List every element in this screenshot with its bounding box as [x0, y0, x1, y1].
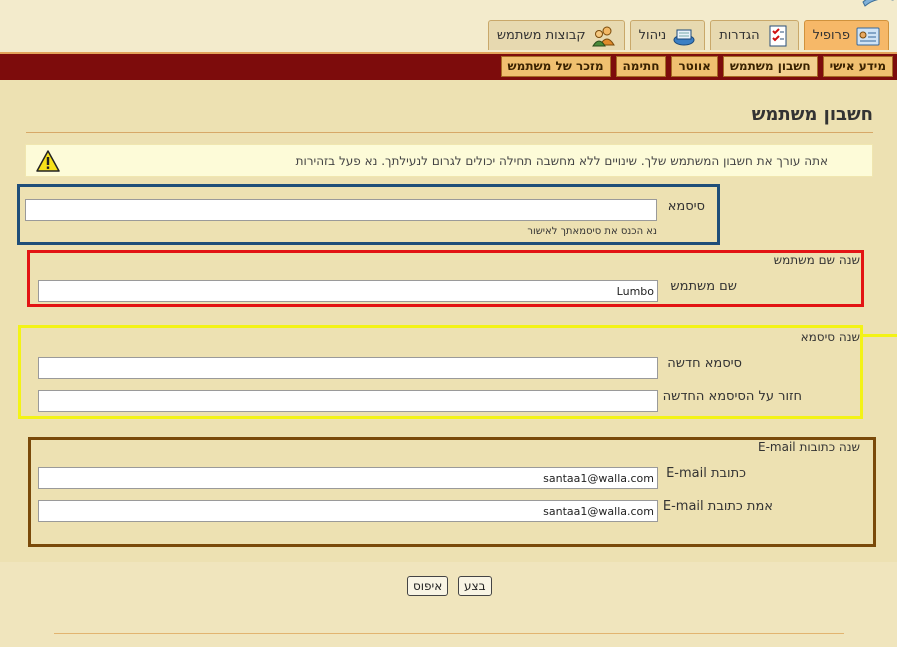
current-password-label: סיסמא	[667, 199, 705, 214]
repeat-password-input[interactable]	[38, 390, 658, 412]
current-password-hint: נא הכנס את סיסמאתך לאישור	[527, 226, 657, 237]
checklist-icon	[769, 25, 787, 46]
username-input[interactable]	[38, 280, 658, 302]
tab-admin[interactable]: ניהול	[629, 20, 706, 50]
confirm-email-input[interactable]	[38, 500, 658, 522]
warning-triangle-icon	[36, 150, 60, 172]
subtab-signature[interactable]: חתימה	[615, 56, 667, 77]
subtab-user-account[interactable]: חשבון משתמש	[722, 56, 818, 77]
change-email-highlight	[28, 437, 876, 547]
top-tabs: פרופיל הגדרות ניהול קבוצות משתמש	[487, 20, 889, 50]
title-divider	[26, 132, 873, 133]
email-label: כתובת E-mail	[666, 466, 746, 481]
change-email-legend: שנה כתובות E-mail	[758, 440, 860, 454]
tab-settings[interactable]: הגדרות	[710, 20, 799, 50]
reset-button[interactable]: איפוס	[407, 576, 449, 596]
change-username-legend: שנה שם משתמש	[773, 253, 860, 267]
change-password-legend: שנה סיסמא	[800, 330, 860, 344]
tab-user-groups[interactable]: קבוצות משתמש	[487, 20, 625, 50]
footer-divider	[54, 633, 844, 634]
user-groups-icon	[591, 26, 615, 46]
tab-profile[interactable]: פרופיל	[803, 20, 889, 50]
corner-logo-icon	[862, 0, 894, 7]
subtab-personal-info[interactable]: מידע אישי	[822, 56, 893, 77]
new-password-input[interactable]	[38, 357, 658, 379]
new-password-label: סיסמא חדשה	[667, 356, 742, 371]
repeat-password-label: חזור על הסיסמא החדשה	[662, 389, 802, 404]
username-label: שם משתמש	[670, 279, 737, 294]
tab-settings-label: הגדרות	[719, 28, 760, 43]
tab-user-groups-label: קבוצות משתמש	[496, 28, 586, 43]
subtab-user-notes[interactable]: מזכר של משתמש	[500, 56, 611, 77]
current-password-input[interactable]	[25, 199, 657, 221]
confirm-email-label: אמת כתובת E-mail	[662, 499, 773, 514]
warning-text: אתה עורך את חשבון המשתמש שלך. שינויים לל…	[295, 154, 828, 168]
subtab-avatar[interactable]: אווטר	[671, 56, 718, 77]
admin-box-icon	[673, 29, 695, 45]
submit-button[interactable]: בצע	[458, 576, 492, 596]
tab-profile-label: פרופיל	[812, 28, 850, 43]
profile-card-icon	[856, 27, 880, 45]
yellow-annotation-line	[860, 334, 897, 337]
tab-admin-label: ניהול	[638, 28, 667, 43]
warning-message: אתה עורך את חשבון המשתמש שלך. שינויים לל…	[25, 144, 873, 177]
page-title: חשבון משתמש	[751, 104, 873, 125]
sub-tabs: מידע אישי חשבון משתמש אווטר חתימה מזכר ש…	[500, 56, 893, 77]
email-input[interactable]	[38, 467, 658, 489]
